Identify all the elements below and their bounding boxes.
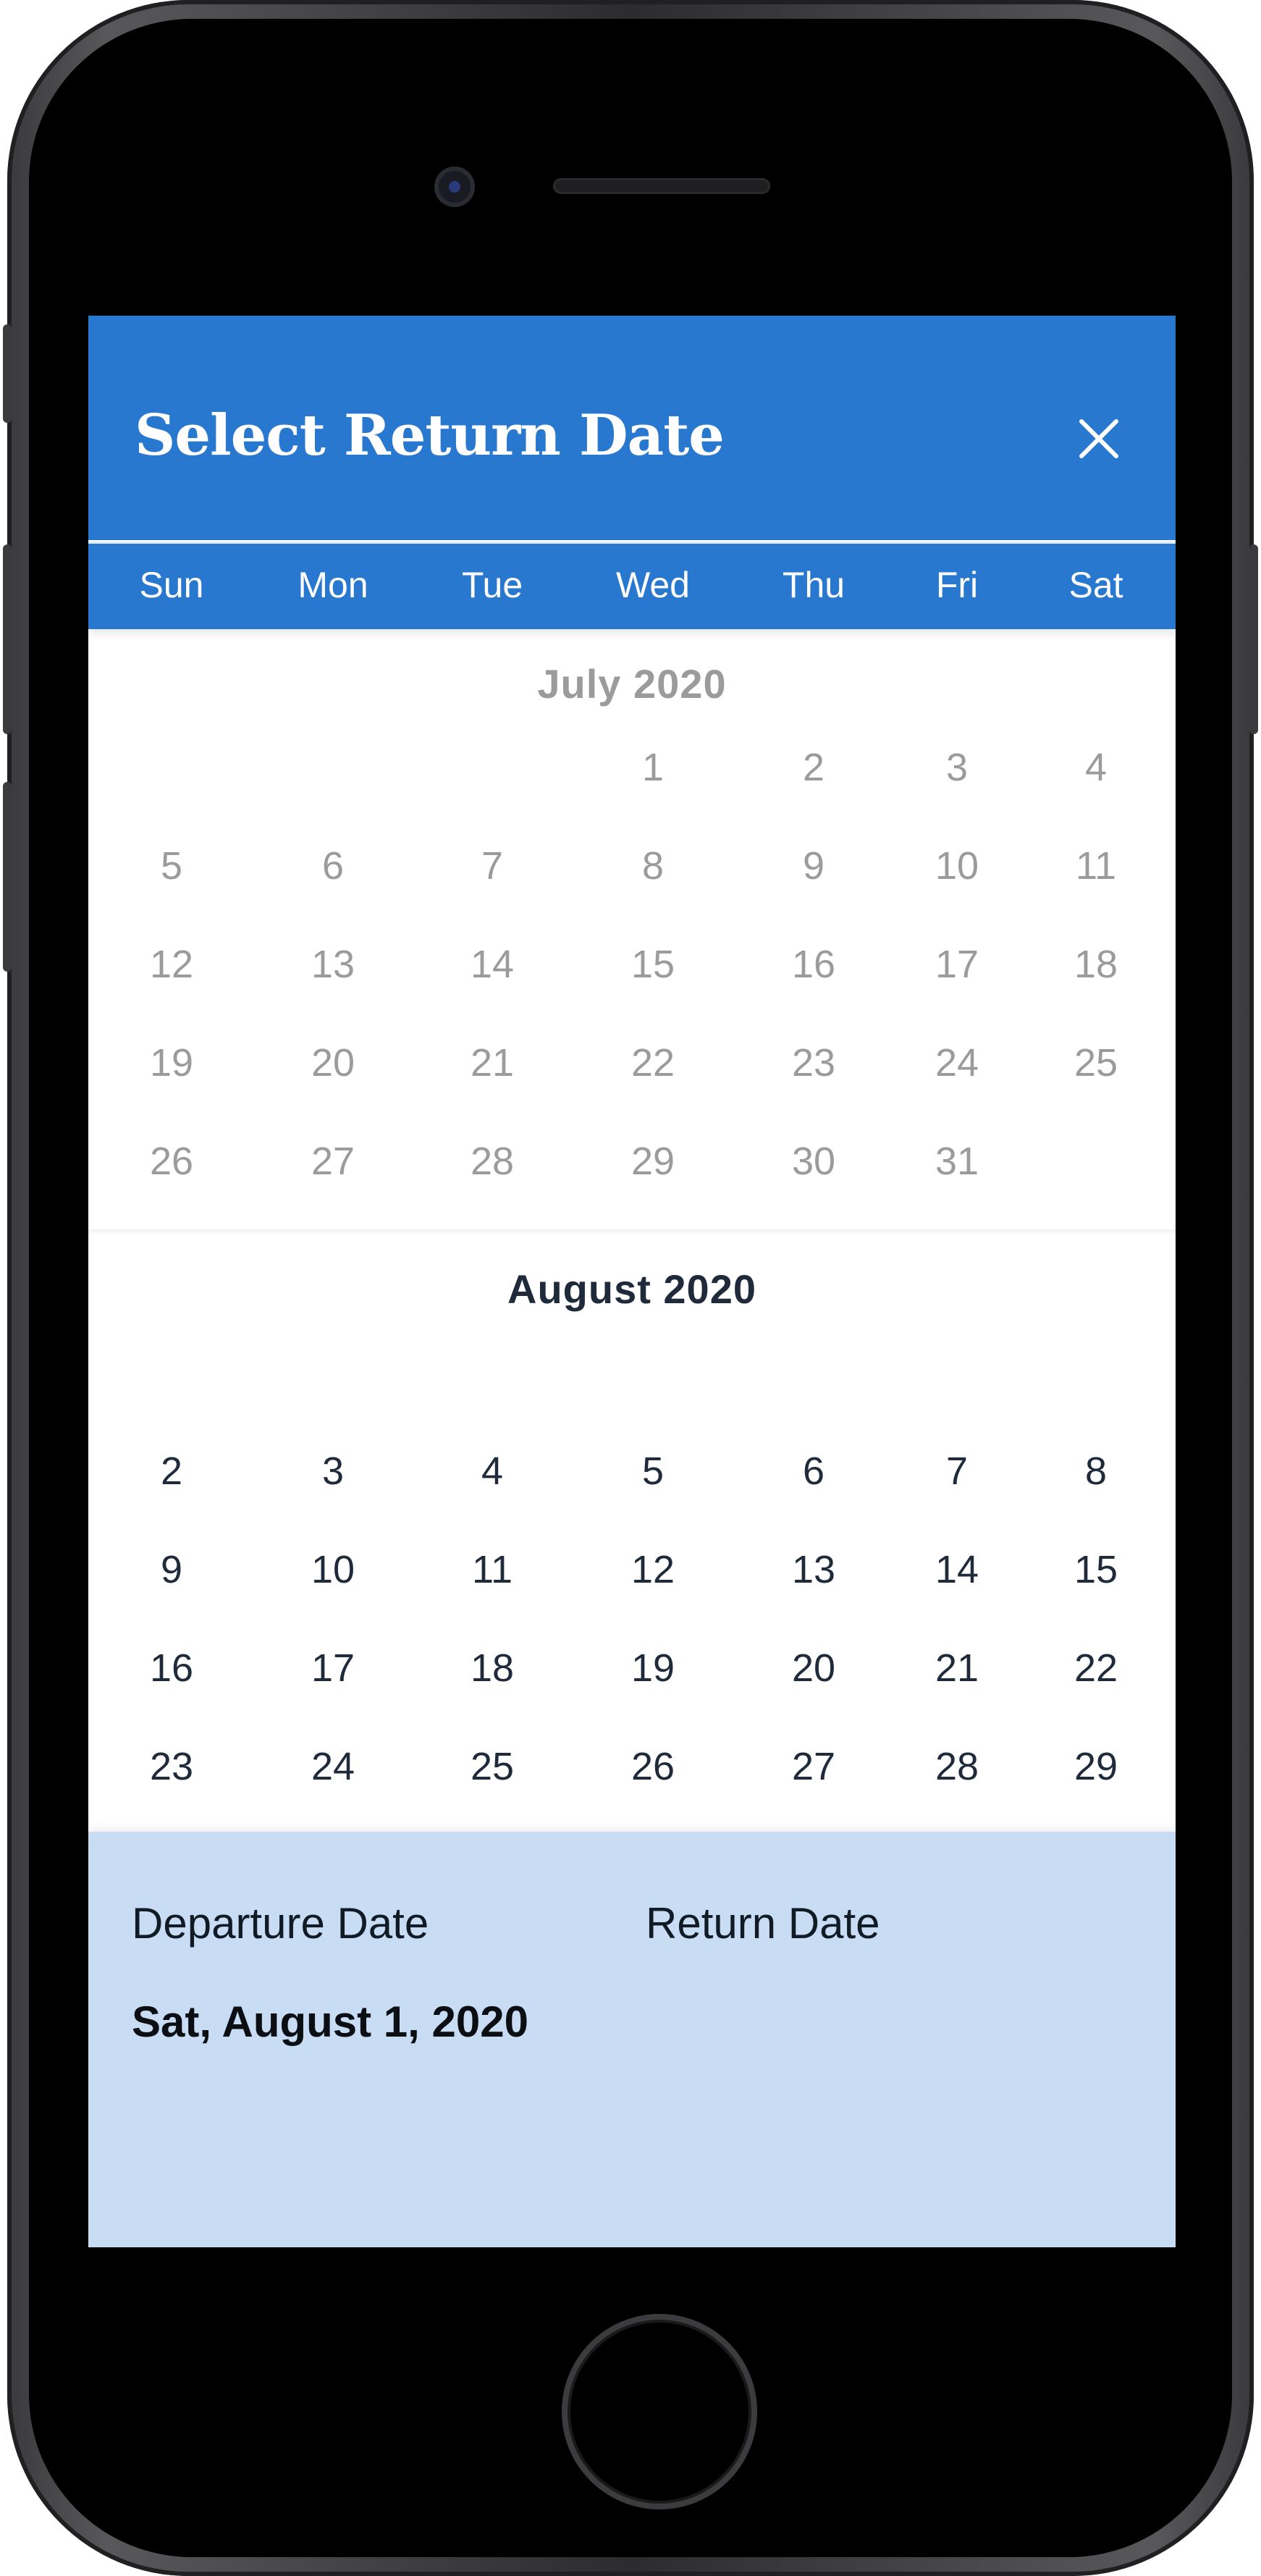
date-summary-panel: Departure Date Return Date Sat, August 1… xyxy=(88,1832,1176,2247)
calendar-day: 25 xyxy=(1074,1041,1118,1085)
calendar-day[interactable]: 20 xyxy=(770,1632,857,1704)
home-button[interactable] xyxy=(562,2314,757,2509)
calendar-day[interactable]: 3 xyxy=(290,1435,376,1507)
calendar-day: 30 xyxy=(791,1140,836,1183)
calendar-day: 15 xyxy=(630,943,675,986)
power-button xyxy=(1249,544,1258,734)
app-screen: Select Return Date Sun Mon Tue Wed Thu F… xyxy=(88,316,1176,2247)
calendar-day[interactable]: 15 xyxy=(1053,1533,1139,1606)
month-title: August 2020 xyxy=(507,1266,756,1312)
close-icon xyxy=(1079,419,1118,458)
volume-up-button xyxy=(3,544,12,734)
return-date-label: Return Date xyxy=(646,1899,880,1948)
departure-date-label: Departure Date xyxy=(132,1899,429,1948)
calendar-day: 11 xyxy=(1075,844,1117,888)
calendar-day: 12 xyxy=(149,943,194,986)
calendar-day[interactable]: 6 xyxy=(770,1435,857,1507)
calendar-day: 20 xyxy=(311,1041,355,1085)
calendar-day[interactable]: 4 xyxy=(449,1435,536,1507)
calendar-day: 2 xyxy=(802,746,825,789)
calendar-day[interactable]: 10 xyxy=(290,1533,376,1606)
calendar-day: 27 xyxy=(311,1140,355,1183)
calendar-day[interactable]: 19 xyxy=(610,1632,696,1704)
month-title: July 2020 xyxy=(537,661,727,707)
calendar-day[interactable]: 17 xyxy=(290,1632,376,1704)
modal-header: Select Return Date xyxy=(88,316,1176,540)
weekday-header: Sun Mon Tue Wed Thu Fri Sat xyxy=(88,542,1176,629)
calendar-day[interactable]: 5 xyxy=(610,1435,696,1507)
calendar-day[interactable]: 14 xyxy=(914,1533,1000,1606)
calendar-day[interactable]: 23 xyxy=(128,1730,215,1803)
side-button xyxy=(3,324,12,423)
calendar-day[interactable]: 18 xyxy=(449,1632,536,1704)
calendar-day: 28 xyxy=(470,1140,515,1183)
calendar-day[interactable]: 2 xyxy=(128,1435,215,1507)
calendar-day[interactable]: 16 xyxy=(128,1632,215,1704)
front-camera xyxy=(434,167,475,207)
calendar-day: 23 xyxy=(791,1041,836,1085)
calendar-day: 19 xyxy=(149,1041,194,1085)
calendar-day: 3 xyxy=(945,746,969,789)
weekday-tue: Tue xyxy=(461,565,523,605)
calendar-day[interactable]: 7 xyxy=(914,1435,1000,1507)
calendar-day[interactable]: 28 xyxy=(914,1730,1000,1803)
calendar-day: 21 xyxy=(470,1041,515,1085)
weekday-fri: Fri xyxy=(935,565,979,605)
departure-date-value: Sat, August 1, 2020 xyxy=(132,1998,528,2046)
calendar-day[interactable]: 13 xyxy=(770,1533,857,1606)
weekday-mon: Mon xyxy=(298,565,368,605)
close-button[interactable] xyxy=(1070,410,1128,468)
month-divider xyxy=(88,1229,1176,1235)
calendar-day: 29 xyxy=(630,1140,675,1183)
earpiece-speaker xyxy=(553,178,770,194)
weekday-thu: Thu xyxy=(782,565,845,605)
calendar-day: 5 xyxy=(160,844,183,888)
calendar-day: 13 xyxy=(311,943,355,986)
calendar-day: 31 xyxy=(935,1140,979,1183)
calendar-day[interactable]: 9 xyxy=(128,1533,215,1606)
volume-down-button xyxy=(3,782,12,972)
calendar-day: 24 xyxy=(935,1041,979,1085)
calendar-day: 1 xyxy=(641,746,665,789)
calendar-day[interactable]: 27 xyxy=(770,1730,857,1803)
calendar-day-selected[interactable]: 1 xyxy=(1053,1337,1139,1409)
calendar-day[interactable]: 24 xyxy=(290,1730,376,1803)
calendar-day[interactable]: 22 xyxy=(1053,1632,1139,1704)
calendar-day[interactable]: 25 xyxy=(449,1730,536,1803)
calendar-day: 16 xyxy=(791,943,836,986)
page-title: Select Return Date xyxy=(135,403,725,468)
calendar-day: 26 xyxy=(149,1140,194,1183)
calendar-day[interactable]: 21 xyxy=(914,1632,1000,1704)
calendar-day: 4 xyxy=(1084,746,1108,789)
calendar-day[interactable]: 8 xyxy=(1053,1435,1139,1507)
calendar-day[interactable]: 11 xyxy=(449,1533,536,1606)
calendar-day: 17 xyxy=(935,943,979,986)
calendar-day[interactable]: 12 xyxy=(610,1533,696,1606)
weekday-sat: Sat xyxy=(1068,565,1123,605)
calendar-day[interactable]: 29 xyxy=(1053,1730,1139,1803)
calendar-day: 18 xyxy=(1074,943,1118,986)
weekday-wed: Wed xyxy=(616,565,690,605)
calendar-day: 7 xyxy=(481,844,504,888)
calendar-day: 6 xyxy=(321,844,345,888)
calendar-day: 22 xyxy=(630,1041,675,1085)
calendar-day[interactable]: 26 xyxy=(610,1730,696,1803)
calendar-day: 14 xyxy=(470,943,515,986)
weekday-sun: Sun xyxy=(139,565,204,605)
calendar-day: 9 xyxy=(802,844,825,888)
calendar-day: 8 xyxy=(641,844,665,888)
calendar-day: 10 xyxy=(935,844,979,888)
